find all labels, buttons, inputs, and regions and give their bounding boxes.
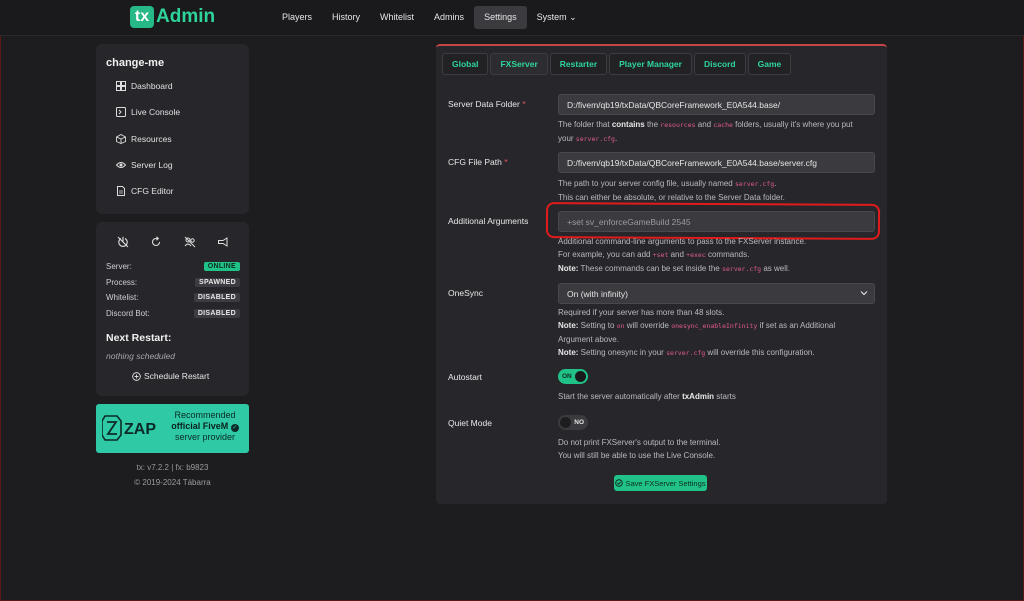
cfg-path-label: CFG File Path * [448,157,508,167]
check-badge-icon: ✓ [230,424,239,432]
quiet-mode-toggle[interactable]: NO [558,415,588,430]
additional-args-label: Additional Arguments [448,216,529,226]
sidebar-item-dashboard[interactable]: Dashboard [116,81,173,91]
box-icon [116,134,126,144]
tab-fxserver[interactable]: FXServer [490,53,548,75]
zap-hosting-promo[interactable]: ZAP Recommended official FiveM ✓ server … [96,404,249,453]
plus-circle-icon [132,371,141,381]
logo-mark: tx [130,6,154,28]
tab-player-manager[interactable]: Player Manager [609,53,692,75]
next-restart-value: nothing scheduled [106,351,176,361]
chevron-down-icon [860,291,868,296]
sidebar-item-server-log[interactable]: Server Log [116,160,173,170]
schedule-restart-label: Schedule Restart [144,371,210,381]
dashboard-icon [116,81,126,91]
svg-text:ZAP: ZAP [124,421,156,438]
data-folder-label: Server Data Folder * [448,99,526,109]
tab-discord[interactable]: Discord [693,53,746,75]
autostart-toggle[interactable]: ON [558,369,588,384]
zap-hosting-logo: ZAP [102,415,156,441]
nav-history[interactable]: History [322,6,370,29]
quiet-mode-help: Do not print FXServer's output to the te… [558,438,721,460]
save-icon [615,479,624,487]
version-info: tx: v7.2.2 | fx: b9823 [136,463,209,472]
status-badge: ONLINE [203,262,240,271]
main-nav: Players History Whitelist Admins Setting… [272,6,587,29]
toggle-knob [560,417,571,428]
top-navbar: tx Admin Players History Whitelist Admin… [0,0,1024,36]
settings-tabs: Global FXServer Restarter Player Manager… [442,53,793,75]
restart-icon[interactable] [150,236,162,248]
status-badge: DISABLED [193,293,240,302]
nav-whitelist[interactable]: Whitelist [370,6,424,29]
toggle-text: ON [562,373,572,380]
onesync-value: On (with infinity) [567,289,628,299]
status-process: Process: SPAWNED [106,278,240,287]
promo-text: Recommended official FiveM ✓ server prov… [164,410,246,443]
status-label: Discord Bot: [106,309,150,318]
sidebar-item-label: Dashboard [131,81,173,91]
nav-system[interactable]: System ⌄ [527,6,587,29]
promo-line-2: official FiveM ✓ [171,421,239,432]
status-label: Whitelist: [106,293,139,302]
autostart-help: Start the server automatically after txA… [558,392,736,401]
next-restart-title: Next Restart: [106,332,172,344]
status-server: Server: ONLINE [106,262,240,271]
save-label: Save FXServer Settings [625,478,706,488]
server-control-icons [106,236,240,248]
eye-icon [116,162,126,168]
copyright: © 2019-2024 Tábarra [134,478,211,487]
tab-global[interactable]: Global [442,53,489,75]
additional-args-help: Additional command-line arguments to pas… [558,237,807,273]
logo-text: Admin [156,6,216,27]
promo-line-1: Recommended [174,410,236,420]
status-label: Server: [106,262,132,271]
onesync-select[interactable]: On (with infinity) [558,283,875,304]
sidebar-item-resources[interactable]: Resources [116,134,172,144]
nav-players[interactable]: Players [272,6,322,29]
status-label: Process: [106,278,138,287]
sidebar-item-cfg-editor[interactable]: CFG Editor [116,186,174,196]
file-icon [117,186,125,196]
announcement-icon[interactable] [217,236,229,248]
sidebar-item-label: CFG Editor [131,186,174,196]
sidebar-item-label: Resources [131,134,172,144]
data-folder-help: The folder that contains the resources a… [558,120,853,143]
toggle-knob [575,371,586,382]
autostart-label: Autostart [448,372,483,382]
quiet-mode-label: Quiet Mode [448,418,492,428]
toggle-text: NO [574,419,584,426]
tab-restarter[interactable]: Restarter [549,53,608,75]
sidebar-item-label: Server Log [131,160,173,170]
data-folder-input[interactable]: D:/fivem/qb19/txData/QBCoreFramework_E0A… [558,94,875,115]
status-whitelist: Whitelist: DISABLED [106,293,240,302]
server-name: change-me [106,57,165,69]
terminal-icon [116,107,126,117]
cfg-path-input[interactable]: D:/fivem/qb19/txData/QBCoreFramework_E0A… [558,152,875,173]
save-fxserver-settings-button[interactable]: Save FXServer Settings [614,475,707,491]
power-off-icon[interactable] [117,236,129,248]
status-badge: SPAWNED [195,278,240,287]
schedule-restart-button[interactable]: Schedule Restart [132,371,209,381]
tab-game[interactable]: Game [747,53,792,75]
nav-settings[interactable]: Settings [474,6,527,29]
kick-all-icon[interactable] [184,236,196,248]
status-discord-bot: Discord Bot: DISABLED [106,309,240,318]
nav-admins[interactable]: Admins [424,6,474,29]
sidebar-item-label: Live Console [131,107,181,117]
sidebar-item-live-console[interactable]: Live Console [116,107,180,117]
onesync-help: Required if your server has more than 48… [558,308,836,357]
status-badge: DISABLED [193,309,240,318]
cfg-path-help: The path to your server config file, usu… [558,179,785,202]
onesync-label: OneSync [448,288,483,298]
promo-line-3: server provider [174,432,236,442]
txadmin-logo[interactable]: tx Admin [130,6,215,28]
